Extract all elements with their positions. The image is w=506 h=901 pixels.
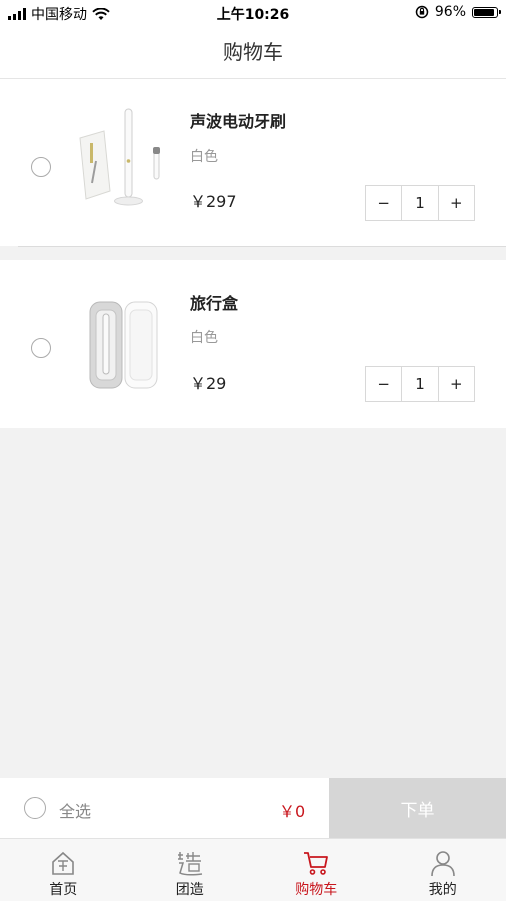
home-icon: [49, 849, 77, 877]
tab-label: 我的: [380, 879, 506, 899]
increment-button[interactable]: +: [439, 367, 474, 401]
quantity-value[interactable]: 1: [401, 367, 438, 401]
status-right: 96%: [415, 4, 498, 20]
decrement-button[interactable]: −: [366, 186, 401, 220]
select-all-radio[interactable]: [24, 797, 46, 819]
orientation-lock-icon: [415, 5, 429, 19]
item-spec: 白色: [190, 146, 218, 166]
quantity-stepper: − 1 +: [365, 366, 475, 402]
quantity-value[interactable]: 1: [401, 186, 438, 220]
decrement-button[interactable]: −: [366, 367, 401, 401]
checkout-bar: 全选 ￥0 下单: [0, 778, 506, 838]
toothbrush-travel-case-image[interactable]: [70, 284, 170, 396]
cart-icon: [302, 849, 330, 877]
item-select-radio[interactable]: [31, 338, 51, 358]
cart-item: 声波电动牙刷 白色 ￥297 − 1 +: [0, 79, 506, 246]
battery-percent: 96%: [435, 4, 466, 20]
total-price: ￥0: [279, 798, 305, 822]
item-name[interactable]: 旅行盒: [190, 290, 238, 314]
tab-label: 团造: [127, 879, 254, 899]
select-all-label[interactable]: 全选: [59, 798, 91, 822]
item-select-radio[interactable]: [31, 157, 51, 177]
page-title: 购物车: [0, 26, 506, 79]
tab-profile[interactable]: 我的: [380, 839, 506, 901]
battery-icon: [472, 7, 498, 18]
tab-home[interactable]: 首页: [0, 839, 127, 901]
divider: [18, 246, 506, 247]
cart-item: 旅行盒 白色 ￥29 − 1 +: [0, 260, 506, 428]
item-price: ￥29: [190, 370, 226, 394]
electric-toothbrush-set-image[interactable]: [70, 103, 170, 215]
increment-button[interactable]: +: [439, 186, 474, 220]
item-price: ￥297: [190, 188, 237, 212]
tab-build[interactable]: 团造: [127, 839, 254, 901]
build-icon: [176, 849, 204, 877]
tab-bar: 首页 团造 购物车 我的: [0, 838, 506, 901]
place-order-button[interactable]: 下单: [329, 778, 506, 838]
tab-cart[interactable]: 购物车: [253, 839, 380, 901]
item-spec: 白色: [190, 327, 218, 347]
quantity-stepper: − 1 +: [365, 185, 475, 221]
user-icon: [429, 849, 457, 877]
status-bar: 中国移动 上午10:26 96%: [0, 0, 506, 26]
tab-label: 购物车: [253, 879, 380, 899]
tab-label: 首页: [0, 879, 127, 899]
item-name[interactable]: 声波电动牙刷: [190, 108, 286, 132]
